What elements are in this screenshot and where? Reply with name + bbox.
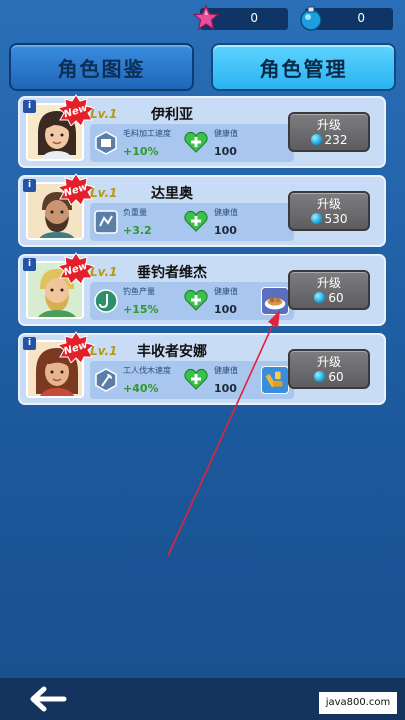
character-name: 伊利亚 (151, 107, 193, 123)
stat-value: +3.2 (123, 224, 152, 237)
health-value: 100 (214, 303, 237, 316)
info-badge[interactable]: i (23, 337, 36, 350)
upgrade-button[interactable]: 升级 232 (288, 112, 370, 152)
gem-icon (314, 292, 326, 303)
upgrade-label: 升级 (316, 197, 341, 211)
health-label: 健康值 (214, 208, 238, 217)
character-card[interactable]: i New Lv.1 伊利亚 毛料加工速度 +10% 健康值 100 升级 23… (18, 94, 386, 168)
upgrade-cost: 232 (290, 133, 368, 147)
upgrade-label: 升级 (316, 276, 341, 290)
info-badge[interactable]: i (23, 179, 36, 192)
gem-icon (310, 213, 322, 224)
watermark: java800.com (319, 692, 397, 714)
health-label: 健康值 (214, 366, 238, 375)
wool-processing-icon (95, 131, 117, 155)
stats-panel: 钓鱼产量 +15% 健康值 100 (90, 282, 294, 320)
character-card[interactable]: i New Lv.1 垂钓者维杰 钓鱼产量 +15% 健康值 100 升级 60 (18, 252, 386, 326)
upgrade-button[interactable]: 升级 530 (288, 191, 370, 231)
health-heart-icon (184, 289, 208, 311)
pink-star-icon (192, 4, 220, 31)
stat-value: +40% (123, 382, 159, 395)
stat-label: 工人伐木速度 (123, 366, 171, 375)
character-name: 垂钓者维杰 (137, 265, 207, 281)
info-badge[interactable]: i (23, 100, 36, 113)
axe-icon (95, 368, 117, 392)
blue-potion-icon (300, 6, 322, 31)
stat-label: 钓鱼产量 (123, 287, 155, 296)
stats-panel: 负重量 +3.2 健康值 100 (90, 203, 294, 241)
character-name: 丰收者安娜 (137, 344, 207, 360)
back-arrow-icon[interactable] (28, 686, 70, 712)
upgrade-cost: 60 (290, 370, 368, 384)
upgrade-cost: 530 (290, 212, 368, 226)
health-label: 健康值 (214, 129, 238, 138)
stat-label: 负重量 (123, 208, 147, 217)
stat-value: +10% (123, 145, 159, 158)
health-heart-icon (184, 210, 208, 232)
gem-count: 0 (357, 11, 365, 25)
upgrade-label: 升级 (316, 355, 341, 369)
upgrade-cost: 60 (290, 291, 368, 305)
star-count: 0 (250, 11, 258, 25)
upgrade-button[interactable]: 升级 60 (288, 349, 370, 389)
health-value: 100 (214, 145, 237, 158)
gem-icon (314, 371, 326, 382)
health-label: 健康值 (214, 287, 238, 296)
health-value: 100 (214, 224, 237, 237)
bottom-bar: java800.com (0, 678, 405, 720)
character-card[interactable]: i New Lv.1 达里奥 负重量 +3.2 健康值 100 升级 530 (18, 173, 386, 247)
upgrade-label: 升级 (316, 118, 341, 132)
info-badge[interactable]: i (23, 258, 36, 271)
upgrade-button[interactable]: 升级 60 (288, 270, 370, 310)
food-plate-icon[interactable] (261, 287, 289, 315)
stats-panel: 工人伐木速度 +40% 健康值 100 (90, 361, 294, 399)
star-counter: 0 (192, 4, 288, 31)
stat-label: 毛料加工速度 (123, 129, 171, 138)
stats-panel: 毛料加工速度 +10% 健康值 100 (90, 124, 294, 162)
fishing-hook-icon (94, 289, 118, 313)
tab-character-manage[interactable]: 角色管理 (211, 43, 396, 91)
character-card[interactable]: i New Lv.1 丰收者安娜 工人伐木速度 +40% 健康值 100 升级 … (18, 331, 386, 405)
character-name: 达里奥 (151, 186, 193, 202)
health-heart-icon (184, 131, 208, 153)
tab-character-album[interactable]: 角色图鉴 (9, 43, 194, 91)
gem-counter: 0 (300, 6, 393, 31)
gem-icon (310, 134, 322, 145)
gold-tool-icon[interactable] (261, 366, 289, 394)
resource-bar: 0 0 (0, 0, 405, 40)
stat-value: +15% (123, 303, 159, 316)
health-value: 100 (214, 382, 237, 395)
weight-capacity-icon (94, 210, 118, 234)
health-heart-icon (184, 368, 208, 390)
